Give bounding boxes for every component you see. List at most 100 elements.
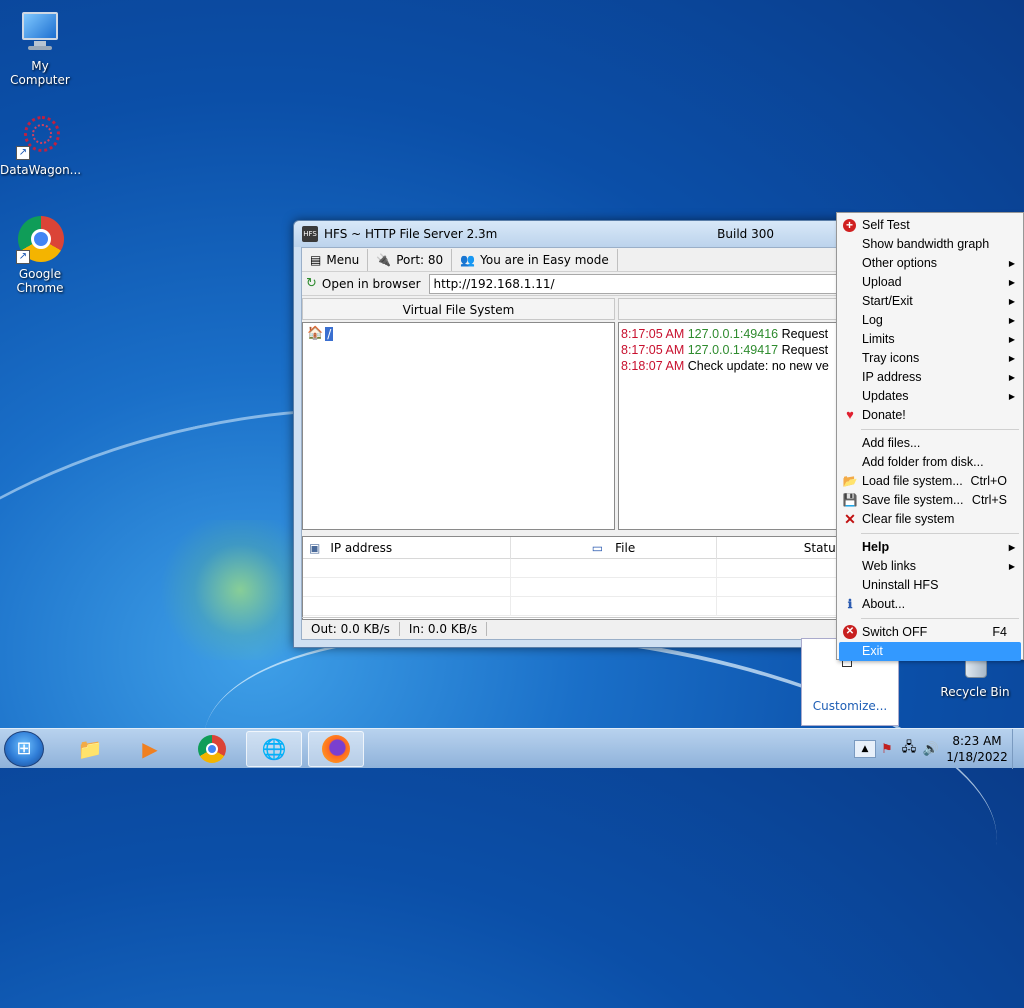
log-ip: 127.0.0.1:49417 xyxy=(687,343,779,357)
connections-header: ▣ IP address ▭ File Status xyxy=(303,537,843,559)
hfs-client-area: ▤ Menu 🔌 Port: 80 👥 You are in Easy mode… xyxy=(301,247,845,640)
hfs-titlebar[interactable]: HFS HFS ~ HTTP File Server 2.3m Build 30… xyxy=(294,221,852,247)
address-bar: ↻ Open in browser http://192.168.1.11/ xyxy=(302,272,844,296)
hfs-globe-icon: 🌐 xyxy=(261,737,287,761)
show-hidden-icons-button[interactable]: ▲ xyxy=(854,740,876,758)
menu-item-label: Save file system... xyxy=(862,493,964,507)
menu-item-updates[interactable]: Updates ▶ xyxy=(839,387,1021,406)
menu-item-help[interactable]: Help ▶ xyxy=(839,538,1021,557)
monitor-icon xyxy=(16,8,64,56)
status-column-header[interactable]: Status xyxy=(717,537,843,559)
menu-item-save-file-system[interactable]: 💾 Save file system... Ctrl+S xyxy=(839,491,1021,510)
menu-item-exit[interactable]: Exit xyxy=(839,642,1021,661)
power-off-icon: ✕ xyxy=(843,625,857,639)
log-time: 8:17:05 AM xyxy=(621,343,685,357)
plug-icon: 🔌 xyxy=(376,252,392,267)
datawagon-icon: ↗ xyxy=(16,112,64,160)
menu-item-show-bandwidth-graph[interactable]: Show bandwidth graph xyxy=(839,235,1021,254)
menu-item-other-options[interactable]: Other options ▶ xyxy=(839,254,1021,273)
media-player-icon: ▶ xyxy=(142,737,158,761)
volume-icon[interactable]: 🔊 xyxy=(920,742,942,757)
log-message: Request xyxy=(781,327,829,341)
submenu-arrow-icon: ▶ xyxy=(1008,373,1015,382)
table-row xyxy=(303,578,843,597)
menu-item-self-test[interactable]: + Self Test xyxy=(839,216,1021,235)
out-speed: Out: 0.0 KB/s xyxy=(302,621,400,636)
taskbar: ⊞ 📁 ▶ 🌐 ▲ ⚑ 🖧 🔊 8:23 AM 1/18/2022 xyxy=(0,728,1024,769)
folder-icon: 📁 xyxy=(77,737,103,761)
taskbar-chrome[interactable] xyxy=(184,731,240,767)
vfs-root-item[interactable]: 🏠 / xyxy=(307,326,334,341)
menu-item-limits[interactable]: Limits ▶ xyxy=(839,330,1021,349)
log-message: Check update: no new ve xyxy=(687,359,829,373)
desktop-icon-datawagon[interactable]: ↗ DataWagon... xyxy=(0,112,81,177)
open-browser-icon: ↻ xyxy=(306,276,317,291)
submenu-arrow-icon: ▶ xyxy=(1008,335,1015,344)
shortcut-label: F4 xyxy=(992,625,1007,639)
floppy-icon: 💾 xyxy=(842,493,858,507)
file-column-header[interactable]: ▭ File xyxy=(511,537,717,559)
clock-time: 8:23 AM xyxy=(952,734,1002,748)
log-time: 8:17:05 AM xyxy=(621,327,685,341)
taskbar-firefox[interactable] xyxy=(308,731,364,767)
menu-item-label: Exit xyxy=(862,644,883,658)
menu-item-label: Donate! xyxy=(862,408,906,422)
users-icon: 👥 xyxy=(460,252,476,267)
menu-item-donate[interactable]: ♥ Donate! xyxy=(839,406,1021,425)
menu-item-start-exit[interactable]: Start/Exit ▶ xyxy=(839,292,1021,311)
mode-button-label: You are in Easy mode xyxy=(480,252,609,267)
desktop-icon-label: Google Chrome xyxy=(16,267,64,295)
menu-item-web-links[interactable]: Web links ▶ xyxy=(839,557,1021,576)
customize-link[interactable]: Customize... xyxy=(802,699,898,713)
network-icon[interactable]: 🖧 xyxy=(898,738,920,760)
url-field[interactable]: http://192.168.1.11/ xyxy=(428,273,844,294)
menu-item-label: Web links xyxy=(862,559,916,573)
menu-item-about[interactable]: ℹ About... xyxy=(839,595,1021,614)
port-button[interactable]: 🔌 Port: 80 xyxy=(368,248,453,271)
x-icon: ✕ xyxy=(844,511,856,527)
clock[interactable]: 8:23 AM 1/18/2022 xyxy=(942,733,1012,765)
ip-address-column-header[interactable]: ▣ IP address xyxy=(303,537,511,559)
menu-icon: ▤ xyxy=(310,252,322,267)
log-list[interactable]: 8:17:05 AM 127.0.0.1:49416 Request 8:17:… xyxy=(618,322,844,530)
menu-item-label: IP address xyxy=(862,370,922,384)
in-speed: In: 0.0 KB/s xyxy=(400,621,488,636)
menu-item-add-files[interactable]: Add files... xyxy=(839,434,1021,453)
menu-item-ip-address[interactable]: IP address ▶ xyxy=(839,368,1021,387)
menu-item-load-file-system[interactable]: 📂 Load file system... Ctrl+O xyxy=(839,472,1021,491)
mode-button[interactable]: 👥 You are in Easy mode xyxy=(452,248,618,271)
window-icon: ▭ xyxy=(591,540,604,555)
desktop-icon-google-chrome[interactable]: ↗ Google Chrome xyxy=(0,216,80,295)
chrome-icon xyxy=(198,735,226,763)
desktop-icon-my-computer[interactable]: My Computer xyxy=(0,8,80,87)
show-desktop-button[interactable] xyxy=(1012,729,1024,769)
menu-item-tray-icons[interactable]: Tray icons ▶ xyxy=(839,349,1021,368)
table-row xyxy=(303,559,843,578)
hfs-app-icon: HFS xyxy=(302,226,318,242)
action-center-icon[interactable]: ⚑ xyxy=(876,742,898,757)
log-line: 8:18:07 AM Check update: no new ve xyxy=(621,358,841,374)
start-button[interactable]: ⊞ xyxy=(4,731,44,767)
menu-item-clear-file-system[interactable]: ✕ Clear file system xyxy=(839,510,1021,529)
taskbar-hfs[interactable]: 🌐 xyxy=(246,731,302,767)
chrome-icon: ↗ xyxy=(16,216,64,264)
menu-item-upload[interactable]: Upload ▶ xyxy=(839,273,1021,292)
menu-item-add-folder[interactable]: Add folder from disk... xyxy=(839,453,1021,472)
menu-item-label: Load file system... xyxy=(862,474,963,488)
file-header-label: File xyxy=(615,540,636,555)
menu-item-uninstall-hfs[interactable]: Uninstall HFS xyxy=(839,576,1021,595)
connections-table: ▣ IP address ▭ File Status xyxy=(302,536,844,620)
taskbar-explorer[interactable]: 📁 xyxy=(62,731,118,767)
build-label: Build 300 xyxy=(717,227,774,241)
submenu-arrow-icon: ▶ xyxy=(1008,278,1015,287)
menu-item-switch-off[interactable]: ✕ Switch OFF F4 xyxy=(839,623,1021,642)
log-line: 8:17:05 AM 127.0.0.1:49416 Request xyxy=(621,326,841,342)
hfs-toolbar: ▤ Menu 🔌 Port: 80 👥 You are in Easy mode xyxy=(302,248,844,272)
menu-button[interactable]: ▤ Menu xyxy=(302,248,369,271)
taskbar-media-player[interactable]: ▶ xyxy=(122,731,178,767)
menu-item-label: Tray icons xyxy=(862,351,920,365)
menu-button-label: Menu xyxy=(326,252,360,267)
menu-item-log[interactable]: Log ▶ xyxy=(839,311,1021,330)
open-in-browser-button[interactable]: Open in browser xyxy=(322,277,421,291)
vfs-tree[interactable]: 🏠 / xyxy=(302,322,615,530)
